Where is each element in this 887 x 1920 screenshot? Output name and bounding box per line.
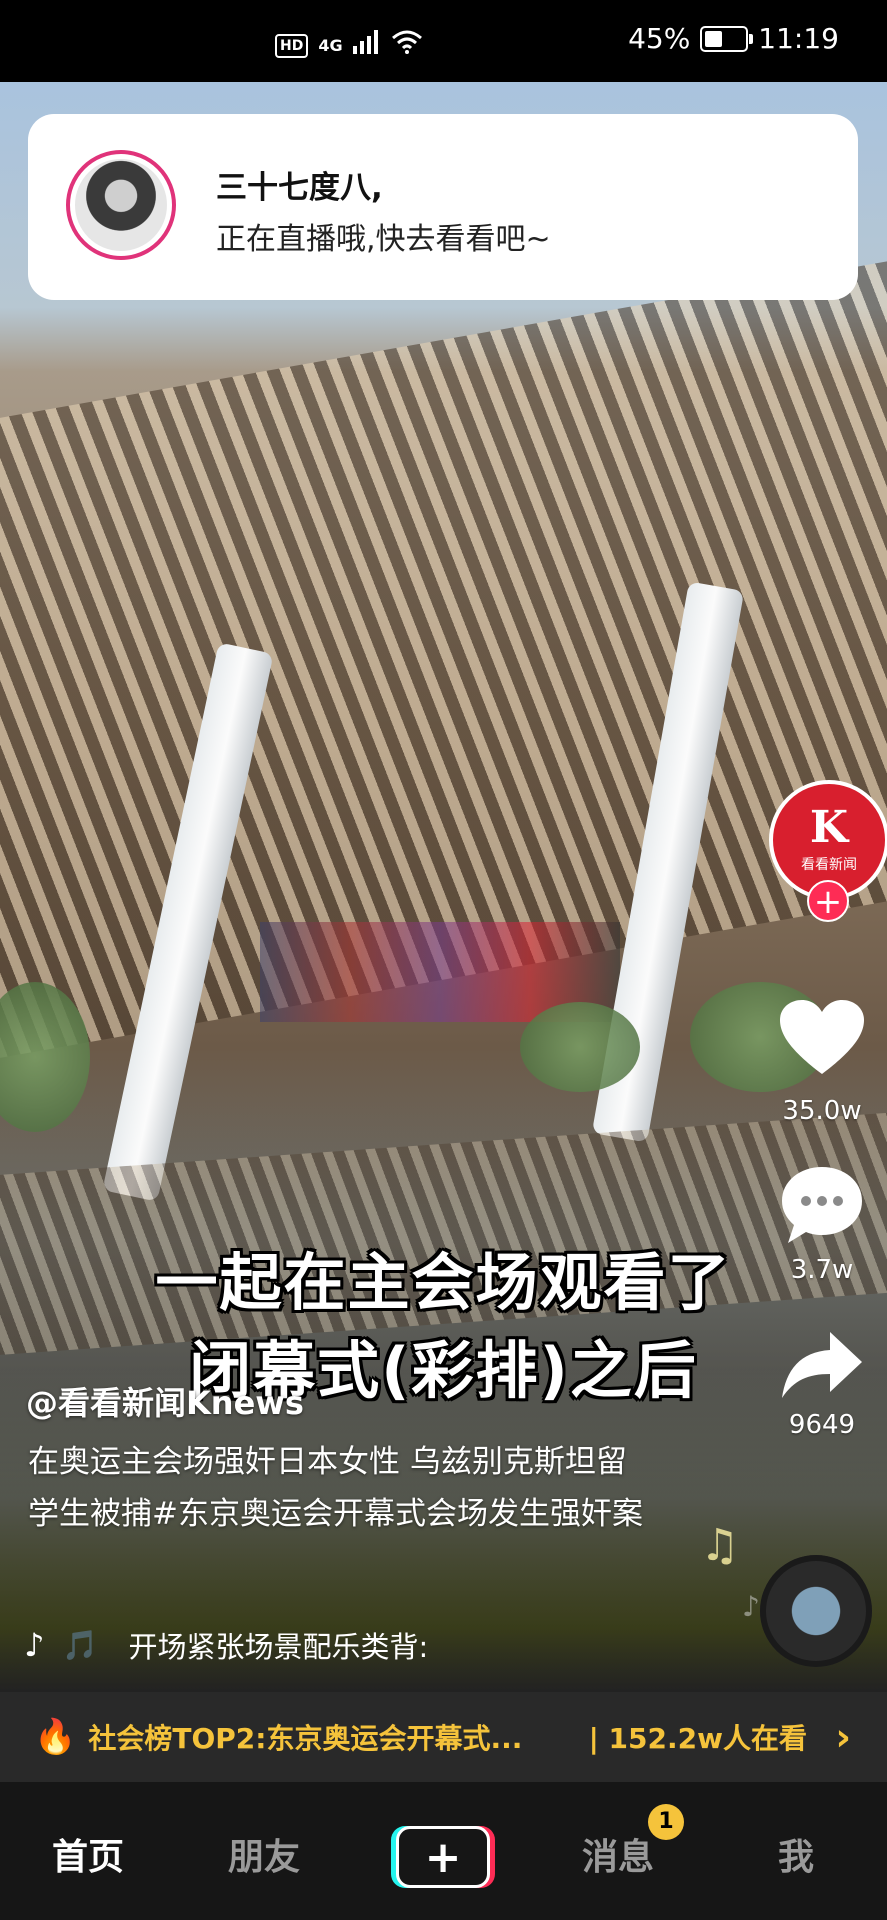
tiktok-icon: ♪ [24, 1626, 45, 1664]
creator-logo-name: 看看新闻 [801, 857, 857, 873]
follow-button[interactable]: + [807, 880, 849, 922]
heart-icon [757, 1000, 887, 1090]
hot-list-banner[interactable]: 🔥 社会榜TOP2:东京奥运会开幕式... | 152.2w人在看 › [0, 1692, 887, 1782]
avatar-image [75, 159, 167, 251]
clock: 11:19 [758, 22, 839, 55]
battery-icon [700, 25, 754, 52]
wifi-icon [391, 30, 423, 61]
tab-me[interactable]: 我 [778, 1828, 814, 1880]
tab-friends[interactable]: 朋友 [228, 1828, 300, 1880]
avatar [66, 150, 176, 260]
messages-badge: 1 [648, 1804, 684, 1840]
live-notification[interactable]: 三十七度八, 正在直播哦,快去看看吧~ [28, 114, 858, 300]
music-prefix: 🎵 [62, 1627, 99, 1662]
music-disc[interactable] [760, 1555, 872, 1667]
network-indicators: HD 4G [275, 30, 423, 61]
viewer-count: | 152.2w人在看 [588, 1722, 807, 1755]
create-button[interactable]: + [396, 1826, 490, 1888]
notification-title: 三十七度八, [216, 170, 383, 206]
video-description[interactable]: 在奥运主会场强奸日本女性 乌兹别克斯坦留学生被捕#东京奥运会开幕式会场发生强奸案 [28, 1436, 648, 1540]
share-count: 9649 [788, 1410, 856, 1440]
status-right: 45% 11:19 [628, 22, 839, 55]
chevron-right-icon: › [835, 1715, 851, 1759]
battery-fill [705, 30, 723, 47]
flame-icon: 🔥 [34, 1717, 77, 1757]
hot-list-text: 社会榜TOP2:东京奥运会开幕式... [88, 1722, 523, 1755]
signal-icon [352, 30, 381, 61]
notification-body: 正在直播哦,快去看看吧~ [216, 222, 551, 257]
battery-percent: 45% [628, 22, 691, 55]
tab-home[interactable]: 首页 [52, 1828, 124, 1880]
music-note-icon: ♫ [700, 1520, 740, 1571]
music-title: 开场紧张场景配乐类背: [128, 1630, 429, 1664]
hd-badge: HD [275, 33, 309, 58]
music-info[interactable]: ♪ 🎵 开场紧张场景配乐类背: [24, 1624, 428, 1666]
like-button[interactable]: 35.0w [757, 1000, 887, 1126]
status-bar: HD 4G 45% 11:19 [0, 0, 887, 82]
music-note-icon: ♪ [742, 1590, 760, 1623]
like-count: 35.0w [782, 1096, 862, 1126]
author-handle[interactable]: @看看新闻Knews [26, 1378, 304, 1424]
video-caption-line: 一起在主会场观看了 [155, 1246, 732, 1319]
creator-logo: K [809, 802, 849, 853]
video-scene-shrub [520, 1002, 640, 1092]
signal-type: 4G [318, 36, 343, 55]
tab-messages[interactable]: 消息 [582, 1828, 654, 1880]
